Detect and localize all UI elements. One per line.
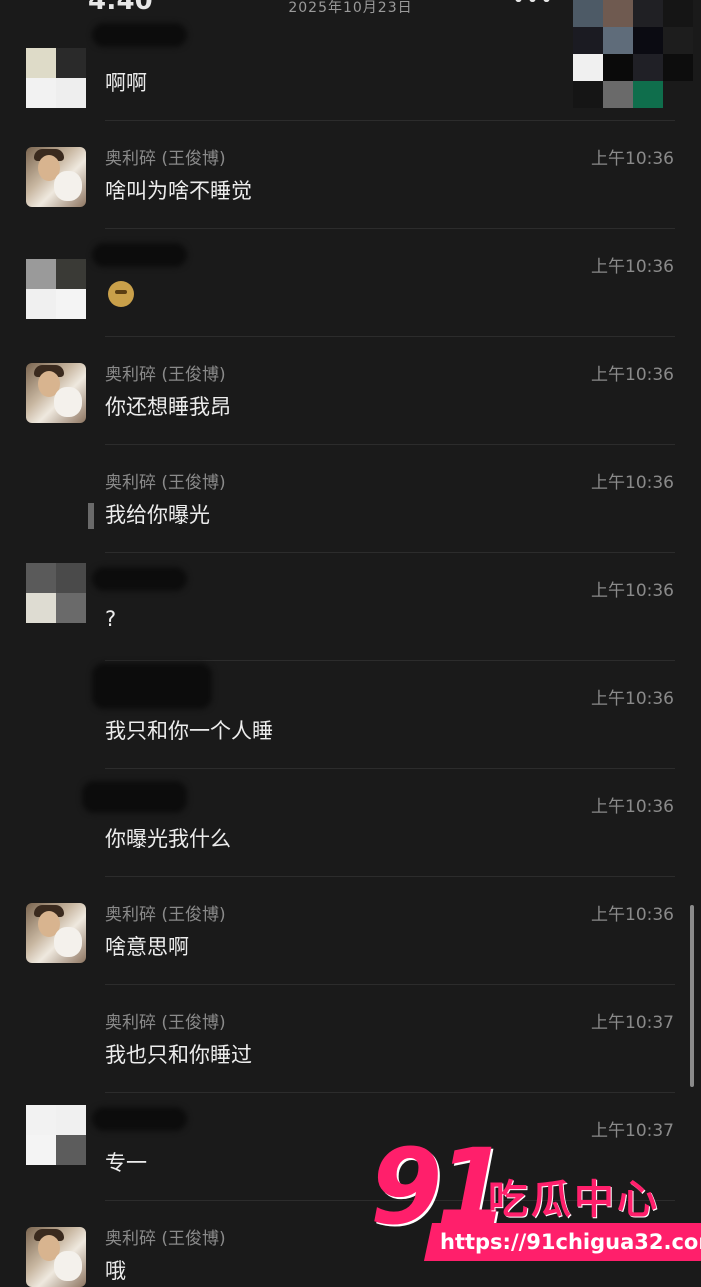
redacted-name <box>82 781 187 813</box>
message-time: 上午10:36 <box>591 797 674 817</box>
chat-message[interactable]: 上午10:36 我只和你一个人睡 <box>0 661 701 769</box>
watermark-url-text: https://91chigua32.com <box>440 1230 701 1254</box>
avatar[interactable] <box>26 48 86 108</box>
message-time: 上午10:36 <box>591 149 674 169</box>
sender-name: 奥利碎 (王俊博) <box>105 149 226 169</box>
chat-message[interactable]: 奥利碎 (王俊博) 上午10:36 啥意思啊 <box>0 877 701 985</box>
redacted-name <box>92 1107 187 1131</box>
message-time: 上午10:37 <box>591 1013 674 1033</box>
redacted-name <box>92 23 187 47</box>
message-text: ? <box>105 607 117 631</box>
message-time: 上午10:36 <box>591 365 674 385</box>
message-time: 上午10:36 <box>591 905 674 925</box>
emoji-face-icon <box>108 281 134 307</box>
avatar[interactable] <box>26 1105 86 1165</box>
chat-message[interactable]: 奥利碎 (王俊博) 上午10:36 你还想睡我昂 <box>0 337 701 445</box>
sender-name: 奥利碎 (王俊博) <box>105 365 226 385</box>
chat-message[interactable]: 上午10:36 ? <box>0 553 701 661</box>
chat-message[interactable]: 上午10:36 你曝光我什么 <box>0 769 701 877</box>
signal-icon: ••• <box>512 0 554 13</box>
message-text: 专一 <box>105 1151 147 1175</box>
chat-message[interactable]: 奥利碎 (王俊博) 上午10:37 我也只和你睡过 <box>0 985 701 1093</box>
sender-name: 奥利碎 (王俊博) <box>105 473 226 493</box>
redacted-name <box>92 663 212 709</box>
avatar[interactable] <box>26 363 86 423</box>
watermark-brand: 吃瓜中心 <box>488 1177 660 1223</box>
message-text: 我只和你一个人睡 <box>105 719 273 743</box>
watermark-url: https://91chigua32.com <box>423 1223 701 1261</box>
message-text: 啊啊 <box>105 71 147 95</box>
sender-name: 奥利碎 (王俊博) <box>105 905 226 925</box>
message-text: 啥意思啊 <box>105 935 189 959</box>
redaction-mark <box>88 503 94 529</box>
avatar[interactable] <box>26 259 86 319</box>
avatar[interactable] <box>26 147 86 207</box>
sender-name: 奥利碎 (王俊博) <box>105 1013 226 1033</box>
redacted-name <box>92 243 187 267</box>
avatar[interactable] <box>26 903 86 963</box>
message-time: 上午10:36 <box>591 689 674 709</box>
message-text: 你还想睡我昂 <box>105 395 231 419</box>
avatar[interactable] <box>26 1227 86 1287</box>
message-time: 上午10:36 <box>591 257 674 277</box>
chat-message[interactable]: 奥利碎 (王俊博) 上午10:36 我给你曝光 <box>0 445 701 553</box>
message-text: 我给你曝光 <box>105 503 210 527</box>
redacted-name <box>92 567 187 591</box>
chat-message[interactable]: 啊啊 <box>0 13 701 121</box>
message-time: 上午10:36 <box>591 473 674 493</box>
watermark-logo: 91 吃瓜中心 https://91chigua32.com <box>368 1135 701 1280</box>
avatar[interactable] <box>26 563 86 623</box>
sender-name: 奥利碎 (王俊博) <box>105 1229 226 1249</box>
message-text: 你曝光我什么 <box>105 827 231 851</box>
scrollbar[interactable] <box>690 905 694 1087</box>
message-time: 上午10:36 <box>591 581 674 601</box>
chat-message[interactable]: 上午10:36 <box>0 229 701 337</box>
message-text: 我也只和你睡过 <box>105 1043 252 1067</box>
chat-message[interactable]: 奥利碎 (王俊博) 上午10:36 啥叫为啥不睡觉 <box>0 121 701 229</box>
message-text: 哦 <box>105 1259 126 1283</box>
message-text: 啥叫为啥不睡觉 <box>105 179 252 203</box>
